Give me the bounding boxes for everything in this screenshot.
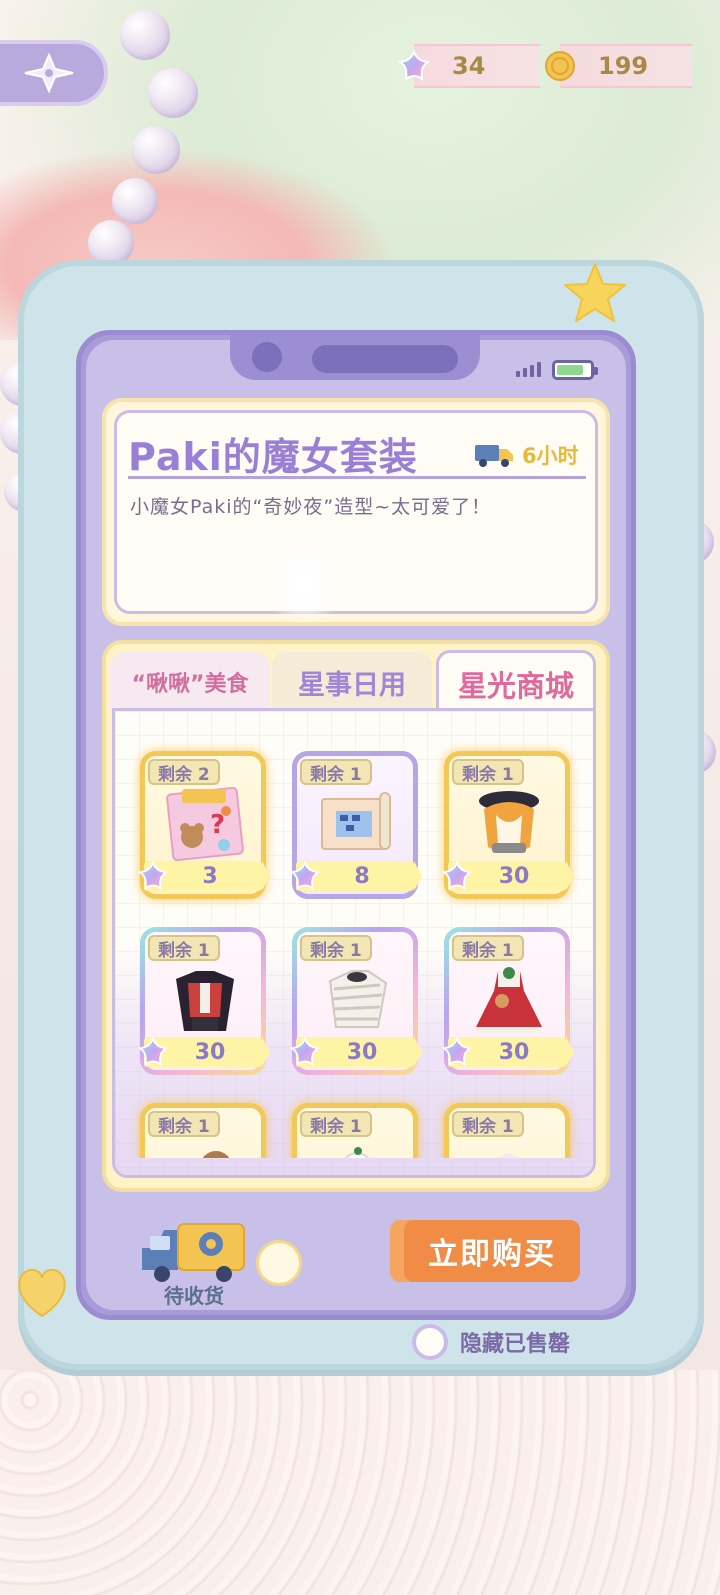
item-remaining: 剩余 1: [452, 1111, 524, 1137]
star-count: 34: [452, 52, 486, 80]
shop-item[interactable]: 剩余 1 8: [290, 751, 422, 899]
product-description: 小魔女Paki的“奇妙夜”造型~太可爱了！: [130, 496, 492, 518]
item-remaining: 剩余 1: [148, 1111, 220, 1137]
bead-decoration: [120, 10, 170, 60]
title-divider: [128, 476, 586, 479]
item-price: 30: [442, 1037, 574, 1067]
bead-decoration: [112, 178, 158, 224]
item-price: 30: [290, 1037, 422, 1067]
item-price: 8: [290, 861, 422, 891]
item-remaining: 剩余 1: [148, 935, 220, 961]
coin-count: 199: [598, 52, 649, 80]
mummy-outfit-icon: [318, 961, 396, 1039]
item-remaining: 剩余 1: [300, 759, 372, 785]
battery-icon: [552, 360, 598, 380]
compass-star-icon: [24, 53, 74, 93]
rainbow-star-icon: [442, 1037, 472, 1067]
delivery-truck-icon: [142, 1223, 245, 1282]
bead-decoration: [132, 126, 180, 174]
item-price: 30: [138, 1037, 270, 1067]
buy-now-button[interactable]: 立即购买: [404, 1220, 580, 1282]
bead-decoration: [148, 68, 198, 118]
snowman-item-icon: [318, 1137, 396, 1158]
shop-item[interactable]: 剩余 1: [140, 1103, 266, 1158]
star-decoration-icon: [564, 263, 626, 322]
shop-item[interactable]: 剩余 2 ? 3: [138, 751, 270, 899]
mushroom-item-icon: [470, 1137, 548, 1158]
shop-item[interactable]: 剩余 1: [292, 1103, 418, 1158]
tab-food[interactable]: “啾啾”美食: [110, 652, 270, 712]
witch-hat-outfit-icon: [470, 785, 548, 863]
item-price: 30: [442, 861, 574, 891]
rainbow-star-icon: [138, 861, 168, 891]
item-price-value: 30: [498, 1039, 530, 1065]
item-remaining: 剩余 1: [300, 1111, 372, 1137]
sticker-pack-icon: ?: [166, 785, 244, 863]
hide-sold-out-toggle[interactable]: 隐藏已售罄: [412, 1324, 570, 1360]
delivery-time: 6小时: [474, 440, 579, 470]
christmas-dress-icon: [470, 961, 548, 1039]
lace-decoration: [0, 1370, 720, 1595]
rainbow-star-icon: [442, 861, 472, 891]
shop-item[interactable]: 剩余 1 30: [442, 751, 574, 899]
signal-icon: [516, 362, 541, 377]
rainbow-star-icon: [398, 50, 430, 82]
item-remaining: 剩余 1: [452, 935, 524, 961]
item-price-value: 8: [354, 863, 370, 889]
pending-delivery-label: 待收货: [164, 1284, 224, 1308]
item-price-value: 30: [498, 863, 530, 889]
shop-item[interactable]: 剩余 1 30: [442, 927, 574, 1075]
coin-currency-display: 199: [545, 44, 692, 88]
hide-sold-out-label: 隐藏已售罄: [460, 1332, 571, 1357]
item-price-value: 30: [346, 1039, 378, 1065]
item-price-value: 3: [202, 863, 218, 889]
vampire-outfit-icon: [166, 961, 244, 1039]
rainbow-star-icon: [138, 1037, 168, 1067]
item-remaining: 剩余 1: [452, 759, 524, 785]
items-layer: 剩余 2 ? 3 剩余 1 8 剩余 1 30 剩余 1 30 剩余 1 30 …: [112, 711, 596, 1158]
item-remaining: 剩余 1: [300, 935, 372, 961]
item-price-value: 30: [194, 1039, 226, 1065]
shop-item[interactable]: 剩余 1: [444, 1103, 570, 1158]
tab-daily-goods[interactable]: 星事日用: [272, 652, 432, 712]
item-remaining: 剩余 2: [148, 759, 220, 785]
delivery-time-label: 6小时: [522, 444, 579, 468]
gold-coin-icon: [545, 51, 575, 81]
item-price: 3: [138, 861, 270, 891]
camera-icon: [252, 342, 282, 372]
teddy-item-icon: [166, 1137, 244, 1158]
sparkle-glow: [262, 540, 346, 624]
product-title: Paki的魔女套装: [128, 435, 418, 479]
delivery-truck-icon: [475, 445, 513, 467]
rainbow-star-icon: [290, 861, 320, 891]
shop-item[interactable]: 剩余 1 30: [138, 927, 270, 1075]
shop-item[interactable]: 剩余 1 30: [290, 927, 422, 1075]
fabric-set-icon: [318, 785, 396, 863]
tab-starlight-mall[interactable]: 星光商城: [436, 650, 596, 714]
rainbow-star-icon: [290, 1037, 320, 1067]
exhaust-puff-icon: [256, 1240, 302, 1286]
star-currency-display: 34: [398, 44, 540, 88]
back-button[interactable]: [0, 40, 108, 106]
heart-decoration-icon: [18, 1268, 66, 1318]
hide-sold-out-radio[interactable]: [412, 1324, 448, 1360]
speaker-icon: [312, 345, 458, 373]
